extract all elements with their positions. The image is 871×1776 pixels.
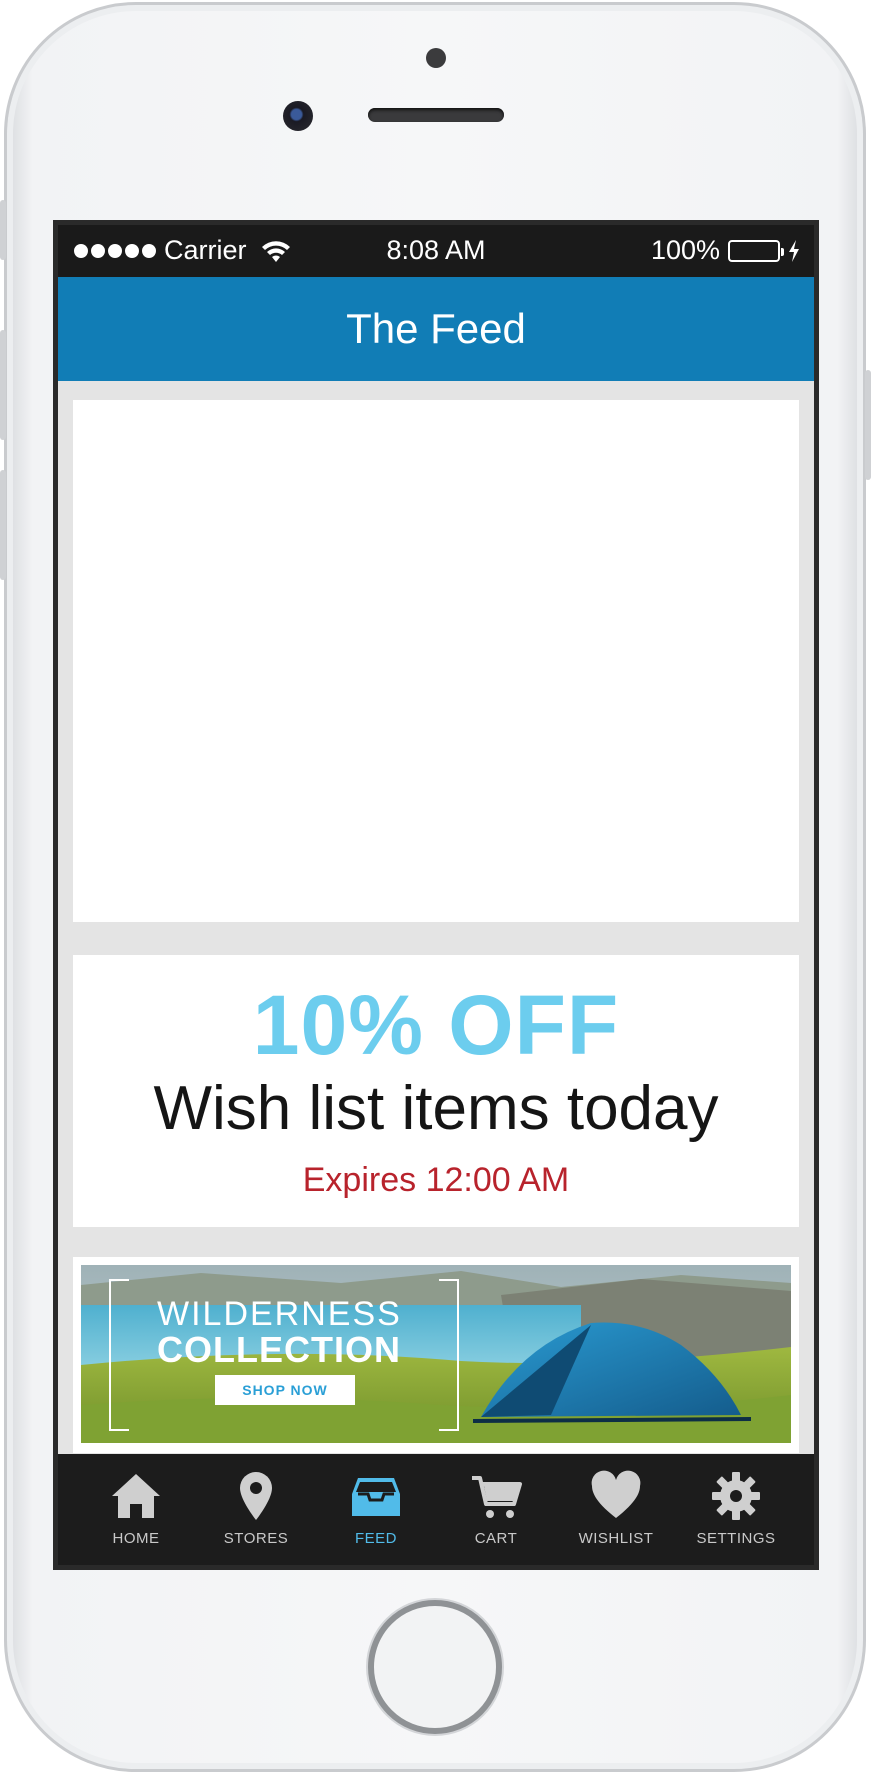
heart-icon — [591, 1470, 641, 1518]
tab-label: FEED — [354, 1530, 397, 1547]
charging-bolt-icon — [789, 239, 799, 262]
home-icon — [112, 1474, 160, 1518]
battery-icon — [728, 239, 784, 262]
banner-title-line2: COLLECTION — [157, 1329, 401, 1370]
tab-cart[interactable]: CART — [441, 1454, 551, 1547]
promo-subtitle: Wish list items today — [153, 1074, 719, 1143]
volume-down-button — [0, 470, 6, 580]
location-pin-icon — [240, 1472, 272, 1520]
wilderness-banner-image[interactable]: WILDERNESS COLLECTION SHOP NOW — [81, 1265, 791, 1443]
tab-feed[interactable]: FEED — [321, 1454, 431, 1547]
promo-card[interactable]: 10% OFF Wish list items today Expires 12… — [73, 955, 799, 1227]
status-right: 100% — [651, 235, 800, 266]
mute-switch — [0, 200, 6, 260]
gear-icon — [712, 1472, 760, 1520]
tab-label: CART — [474, 1530, 518, 1547]
tab-home[interactable]: HOME — [81, 1454, 191, 1547]
home-button[interactable] — [368, 1600, 502, 1734]
status-bar: Carrier 8:08 AM 100% — [58, 225, 814, 277]
power-button — [865, 370, 871, 480]
tab-label: STORES — [223, 1530, 289, 1547]
inbox-tray-icon — [352, 1478, 400, 1516]
feed-list[interactable]: 10% OFF Wish list items today Expires 12… — [58, 381, 814, 1454]
promo-expiry: Expires 12:00 AM — [302, 1161, 570, 1199]
battery-percent: 100% — [650, 235, 720, 265]
tab-label: WISHLIST — [578, 1530, 654, 1547]
feed-card-placeholder[interactable] — [73, 400, 799, 922]
earpiece-speaker — [368, 108, 504, 122]
tab-label: HOME — [112, 1530, 160, 1547]
promo-headline: 10% OFF — [252, 978, 620, 1072]
front-camera — [283, 101, 313, 131]
volume-up-button — [0, 330, 6, 440]
tab-label: SETTINGS — [696, 1530, 776, 1547]
app-screen: Carrier 8:08 AM 100% The Feed 10% OFF Wi… — [53, 220, 819, 1570]
tab-stores[interactable]: STORES — [201, 1454, 311, 1547]
shop-now-button[interactable]: SHOP NOW — [215, 1375, 355, 1405]
cart-icon — [472, 1476, 522, 1518]
tab-wishlist[interactable]: WISHLIST — [561, 1454, 671, 1547]
proximity-sensor — [426, 48, 446, 68]
tab-bar: HOME STORES FEED CART WISHLIST SETTINGS — [58, 1454, 814, 1565]
tab-settings[interactable]: SETTINGS — [681, 1454, 791, 1547]
page-title: The Feed — [58, 277, 814, 381]
banner-card[interactable]: WILDERNESS COLLECTION SHOP NOW — [73, 1257, 799, 1453]
